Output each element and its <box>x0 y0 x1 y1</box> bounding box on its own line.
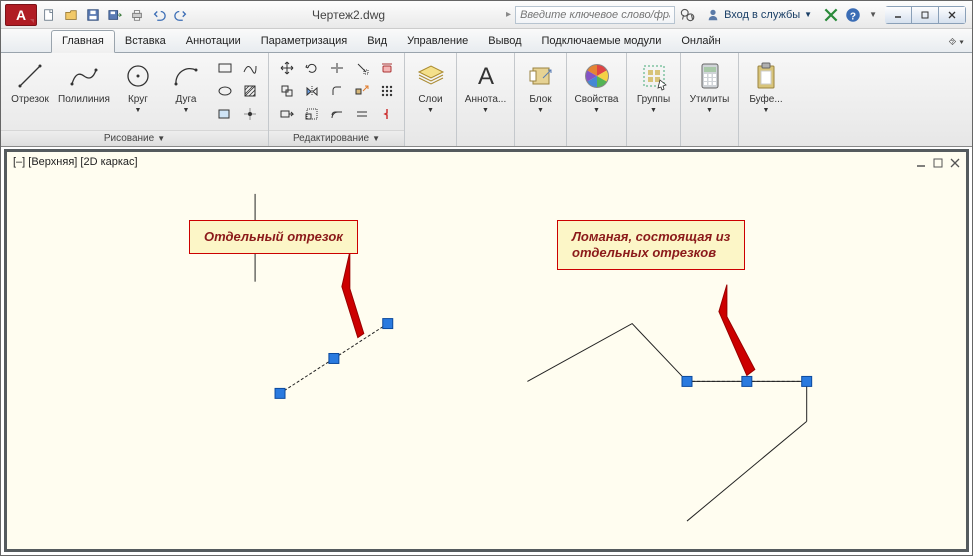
tool-trim[interactable] <box>325 57 349 79</box>
panel-properties: Свойства▼ . <box>567 53 627 146</box>
panel-block: Блок▼ . <box>515 53 567 146</box>
tab-home[interactable]: Главная <box>51 30 115 53</box>
save-button[interactable] <box>83 5 103 25</box>
panel-groups: Группы▼ . <box>627 53 681 146</box>
tool-mirror[interactable] <box>300 80 324 102</box>
help-button[interactable]: ? <box>843 5 863 25</box>
exchange-button[interactable] <box>821 5 841 25</box>
close-button[interactable] <box>938 6 966 24</box>
tool-break[interactable] <box>375 103 399 125</box>
tool-block[interactable]: Блок▼ <box>521 57 560 117</box>
tool-hatch[interactable] <box>238 80 262 102</box>
tool-move[interactable] <box>275 57 299 79</box>
tab-manage[interactable]: Управление <box>397 31 478 52</box>
tool-utilities[interactable]: Утилиты▼ <box>687 57 733 117</box>
undo-button[interactable] <box>149 5 169 25</box>
panel-draw-title[interactable]: Рисование▼ <box>1 130 268 146</box>
ribbon-tabs: Главная Вставка Аннотации Параметризация… <box>1 29 972 53</box>
tool-erase[interactable] <box>375 57 399 79</box>
titlebar: A Чертеж2.dwg ▸ Вход в службы ▼ ? ▼ <box>1 1 972 29</box>
minimize-button[interactable] <box>885 6 912 24</box>
tool-offset[interactable] <box>325 103 349 125</box>
svg-text:A: A <box>477 63 493 90</box>
app-menu-button[interactable]: A <box>5 4 37 26</box>
tool-rectangle[interactable] <box>213 57 237 79</box>
login-label: Вход в службы <box>724 9 800 21</box>
new-button[interactable] <box>39 5 59 25</box>
tool-point[interactable] <box>238 103 262 125</box>
circle-icon <box>122 60 154 92</box>
tool-layers[interactable]: Слои▼ <box>411 57 450 117</box>
drawing-viewport[interactable]: [–] [Верхняя] [2D каркас] Отдельный отре… <box>4 149 969 552</box>
search-input[interactable] <box>515 6 675 24</box>
print-button[interactable] <box>127 5 147 25</box>
tool-circle[interactable]: Круг▼ <box>115 57 161 117</box>
tool-scale[interactable] <box>300 103 324 125</box>
canvas <box>7 152 966 549</box>
panel-layers: Слои▼ . <box>405 53 457 146</box>
layers-icon <box>415 60 447 92</box>
panel-edit: Редактирование▼ <box>269 53 405 146</box>
tool-join[interactable] <box>350 103 374 125</box>
tool-spline[interactable] <box>238 57 262 79</box>
tool-groups[interactable]: Группы▼ <box>633 57 674 117</box>
tool-stretch[interactable] <box>275 103 299 125</box>
tool-rotate[interactable] <box>300 57 324 79</box>
panel-draw: Отрезок Полилиния Круг▼ Дуга▼ <box>1 53 269 146</box>
clipboard-icon <box>750 60 782 92</box>
panel-edit-title[interactable]: Редактирование▼ <box>269 130 404 146</box>
maximize-button[interactable] <box>911 6 939 24</box>
callout-single-segment: Отдельный отрезок <box>189 220 358 254</box>
properties-icon <box>581 60 613 92</box>
tab-insert[interactable]: Вставка <box>115 31 176 52</box>
edit-tools-grid <box>275 57 399 125</box>
line-icon <box>14 60 46 92</box>
polyline-icon <box>68 60 100 92</box>
panel-annotation: A Аннота...▼ . <box>457 53 515 146</box>
tool-array[interactable] <box>375 80 399 102</box>
tool-polyline[interactable]: Полилиния <box>55 57 113 108</box>
tab-annotate[interactable]: Аннотации <box>176 31 251 52</box>
login-button[interactable]: Вход в службы ▼ <box>699 5 819 25</box>
groups-icon <box>638 60 670 92</box>
text-icon: A <box>470 60 502 92</box>
window-controls <box>885 6 966 24</box>
ribbon-collapse-icon[interactable]: ⯑ ▾ <box>948 37 964 48</box>
tab-view[interactable]: Вид <box>357 31 397 52</box>
tool-explode[interactable] <box>350 80 374 102</box>
tool-properties[interactable]: Свойства▼ <box>572 57 622 117</box>
quick-access-toolbar: A <box>1 4 191 26</box>
tool-line[interactable]: Отрезок <box>7 57 53 108</box>
tool-ellipse[interactable] <box>213 80 237 102</box>
tab-addins[interactable]: Подключаемые модули <box>532 31 672 52</box>
svg-text:?: ? <box>850 11 856 22</box>
tool-arc[interactable]: Дуга▼ <box>163 57 209 117</box>
tool-clipboard[interactable]: Буфе...▼ <box>745 57 787 117</box>
saveas-button[interactable] <box>105 5 125 25</box>
search-button[interactable] <box>677 5 697 25</box>
tool-fillet[interactable] <box>325 80 349 102</box>
panel-utils: Утилиты▼ . <box>681 53 739 146</box>
redo-button[interactable] <box>171 5 191 25</box>
arc-icon <box>170 60 202 92</box>
panel-clipboard: Буфе...▼ . <box>739 53 793 146</box>
tool-annotation[interactable]: A Аннота...▼ <box>462 57 509 117</box>
document-title: Чертеж2.dwg <box>191 8 506 22</box>
open-button[interactable] <box>61 5 81 25</box>
search-area: ▸ Вход в службы ▼ ? ▼ <box>506 5 885 25</box>
tool-copy[interactable] <box>275 80 299 102</box>
calculator-icon <box>694 60 726 92</box>
block-icon <box>525 60 557 92</box>
user-icon <box>706 8 720 22</box>
tab-parametric[interactable]: Параметризация <box>251 31 357 52</box>
tab-output[interactable]: Вывод <box>478 31 531 52</box>
tab-online[interactable]: Онлайн <box>671 31 730 52</box>
tool-extend[interactable] <box>350 57 374 79</box>
tool-region[interactable] <box>213 103 237 125</box>
draw-small-tools <box>213 57 262 125</box>
search-indicator-icon: ▸ <box>506 9 513 20</box>
callout-polyline: Ломаная, состоящая изотдельных отрезков <box>557 220 745 270</box>
ribbon: Отрезок Полилиния Круг▼ Дуга▼ <box>1 53 972 147</box>
